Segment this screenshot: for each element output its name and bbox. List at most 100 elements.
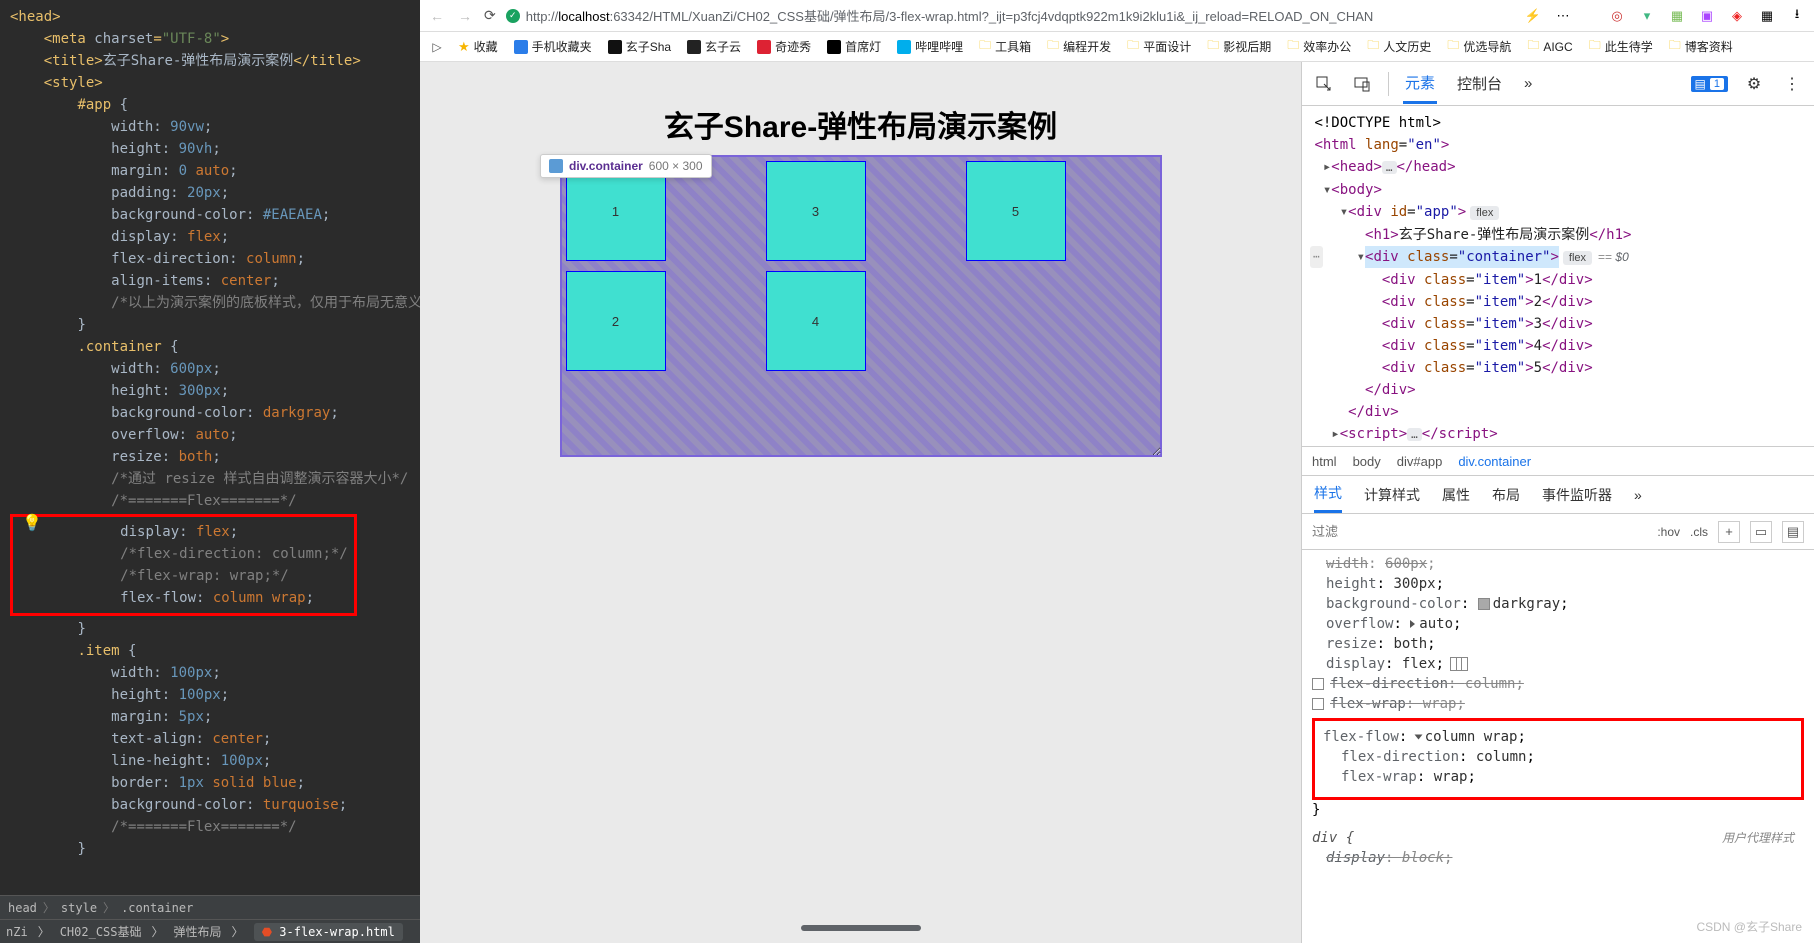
flex-item[interactable]: 2: [566, 271, 666, 371]
extension-icon-4[interactable]: ◈: [1728, 7, 1746, 25]
apps-icon[interactable]: ▦: [1758, 7, 1776, 25]
bookmark-item[interactable]: 玄子云: [683, 36, 745, 57]
bookmark-item[interactable]: 🗀影视后期: [1203, 34, 1275, 59]
flex-item[interactable]: 3: [766, 161, 866, 261]
flex-container[interactable]: 12345: [561, 156, 1161, 456]
device-toggle-icon[interactable]: ▷: [428, 40, 446, 54]
cls-toggle[interactable]: .cls: [1690, 525, 1708, 539]
rule-fw-child: wrap: [1434, 769, 1468, 785]
bookmark-item[interactable]: 🗀效率办公: [1283, 34, 1355, 59]
flex-item[interactable]: 4: [766, 271, 866, 371]
address-bar[interactable]: ✓ http://localhost:63342/HTML/XuanZi/CH0…: [506, 6, 1514, 25]
vue-extension-icon[interactable]: ▾: [1638, 7, 1656, 25]
device-mode-icon[interactable]: [1350, 72, 1374, 96]
flex-item[interactable]: 5: [966, 161, 1066, 261]
expand-down-icon[interactable]: [1414, 735, 1422, 740]
bookmark-item[interactable]: 🗀平面设计: [1123, 34, 1195, 59]
styles-rules[interactable]: width: 600px; height: 300px; background-…: [1302, 550, 1814, 943]
html-file-icon: ⬣: [262, 925, 272, 939]
bookmark-item[interactable]: 玄子Sha: [604, 36, 675, 57]
lightning-icon[interactable]: ⚡: [1524, 7, 1542, 25]
flex-badge-icon[interactable]: [1450, 657, 1468, 671]
horizontal-scrollbar[interactable]: [801, 925, 921, 931]
dom-ellipsis-icon[interactable]: ⋯: [1310, 246, 1323, 268]
editor-structure-breadcrumb[interactable]: head〉style〉.container: [0, 895, 420, 919]
download-icon[interactable]: ⭳: [1788, 7, 1806, 25]
device-button[interactable]: ▭: [1750, 521, 1772, 543]
editor-file-tabs[interactable]: nZi〉CH02_CSS基础〉弹性布局〉⬣ 3-flex-wrap.html: [0, 919, 420, 943]
breadcrumb-item[interactable]: .container: [121, 901, 193, 915]
bookmark-item[interactable]: 🗀博客资料: [1665, 34, 1737, 59]
bookmark-item[interactable]: 🗀AIGC: [1523, 34, 1576, 59]
site-security-icon[interactable]: ✓: [506, 9, 520, 23]
bookmark-item[interactable]: 首席灯: [823, 36, 885, 57]
rule-checkbox[interactable]: [1312, 678, 1324, 690]
path-crumb[interactable]: nZi: [6, 925, 28, 939]
bookmark-item[interactable]: 🗀编程开发: [1043, 34, 1115, 59]
bookmark-item[interactable]: 手机收藏夹: [510, 36, 596, 57]
dom-crumb[interactable]: div.container: [1458, 454, 1531, 469]
rule-checkbox[interactable]: [1312, 698, 1324, 710]
bookmark-item[interactable]: 🗀此生待学: [1585, 34, 1657, 59]
forward-button[interactable]: →: [456, 7, 474, 25]
styles-filter-input[interactable]: [1302, 524, 1647, 539]
toolbar-icons: ⚡ ⋯ ◎ ▾ ▦ ▣ ◈ ▦ ⭳: [1524, 7, 1806, 25]
path-crumb[interactable]: 弹性布局: [174, 923, 222, 940]
bookmark-item[interactable]: 奇迹秀: [753, 36, 815, 57]
styles-subtab[interactable]: 属性: [1442, 478, 1470, 512]
ide-editor-pane: <head> <meta charset="UTF-8"> <title>玄子S…: [0, 0, 420, 943]
dom-crumb[interactable]: html: [1312, 454, 1337, 469]
folder-icon: 🗀: [1207, 36, 1219, 57]
folder-icon: 🗀: [1047, 36, 1059, 57]
page-viewport[interactable]: 玄子Share-弹性布局演示案例 div.container 600 × 300…: [420, 62, 1301, 943]
styles-subtab[interactable]: 事件监听器: [1542, 478, 1612, 512]
back-button[interactable]: ←: [428, 7, 446, 25]
issues-count: 1: [1710, 78, 1724, 90]
tab-console[interactable]: 控制台: [1455, 65, 1504, 102]
bookmark-item[interactable]: 🗀工具箱: [975, 34, 1035, 59]
styles-subtab[interactable]: 样式: [1314, 476, 1342, 513]
extension-icon-3[interactable]: ▣: [1698, 7, 1716, 25]
bookmark-item[interactable]: ★收藏: [454, 36, 502, 57]
bookmark-item[interactable]: 🗀人文历史: [1363, 34, 1435, 59]
code-editor[interactable]: <head> <meta charset="UTF-8"> <title>玄子S…: [0, 0, 420, 895]
more-icon[interactable]: ⋯: [1554, 7, 1572, 25]
settings-icon[interactable]: ⚙: [1742, 72, 1766, 96]
styles-subtab[interactable]: 布局: [1492, 478, 1520, 512]
breadcrumb-item[interactable]: style: [61, 901, 97, 915]
tab-more[interactable]: »: [1522, 67, 1534, 100]
bookmark-item[interactable]: 哔哩哔哩: [893, 36, 967, 57]
new-rule-button[interactable]: +: [1718, 521, 1740, 543]
dom-crumb[interactable]: body: [1353, 454, 1381, 469]
path-crumb[interactable]: CH02_CSS基础: [60, 923, 142, 940]
styles-subtab[interactable]: 计算样式: [1364, 478, 1420, 512]
color-swatch-icon[interactable]: [1478, 598, 1490, 610]
bookmark-label: 优选导航: [1463, 38, 1511, 55]
styles-more-tab[interactable]: »: [1634, 480, 1642, 510]
element-hover-tooltip: div.container 600 × 300: [540, 154, 712, 178]
dom-tree[interactable]: <!DOCTYPE html> <html lang="en"> ▸<head>…: [1302, 106, 1814, 446]
folder-icon: 🗀: [1527, 36, 1539, 57]
div-selector: div {: [1312, 830, 1354, 846]
styles-filter-row: :hov .cls + ▭ ▤: [1302, 514, 1814, 550]
active-file-tab[interactable]: ⬣ 3-flex-wrap.html: [254, 923, 403, 941]
dom-crumb[interactable]: div#app: [1397, 454, 1443, 469]
kebab-menu-icon[interactable]: ⋮: [1780, 72, 1804, 96]
hov-toggle[interactable]: :hov: [1657, 525, 1680, 539]
dom-breadcrumb[interactable]: html body div#app div.container: [1302, 446, 1814, 476]
expand-icon[interactable]: [1410, 620, 1415, 628]
computed-button[interactable]: ▤: [1782, 521, 1804, 543]
tab-elements[interactable]: 元素: [1403, 64, 1437, 104]
breadcrumb-item[interactable]: head: [8, 901, 37, 915]
inspect-tool-icon[interactable]: [1312, 72, 1336, 96]
bookmark-item[interactable]: 🗀优选导航: [1443, 34, 1515, 59]
favicon-icon: [514, 40, 528, 54]
extension-icon[interactable]: ◎: [1608, 7, 1626, 25]
reload-button[interactable]: ⟳: [484, 7, 496, 24]
extension-icon-2[interactable]: ▦: [1668, 7, 1686, 25]
bookmark-label: 效率办公: [1303, 38, 1351, 55]
devtools-header: 元素 控制台 » ▤ 1 ⚙ ⋮: [1302, 62, 1814, 106]
bookmark-bar: ▷ ★收藏手机收藏夹玄子Sha 玄子云奇迹秀首席灯哔哩哔哩 🗀工具箱 🗀编程开发 🗀平面…: [420, 32, 1814, 62]
intention-bulb-icon[interactable]: 💡: [22, 512, 42, 534]
issues-badge[interactable]: ▤ 1: [1691, 76, 1728, 92]
